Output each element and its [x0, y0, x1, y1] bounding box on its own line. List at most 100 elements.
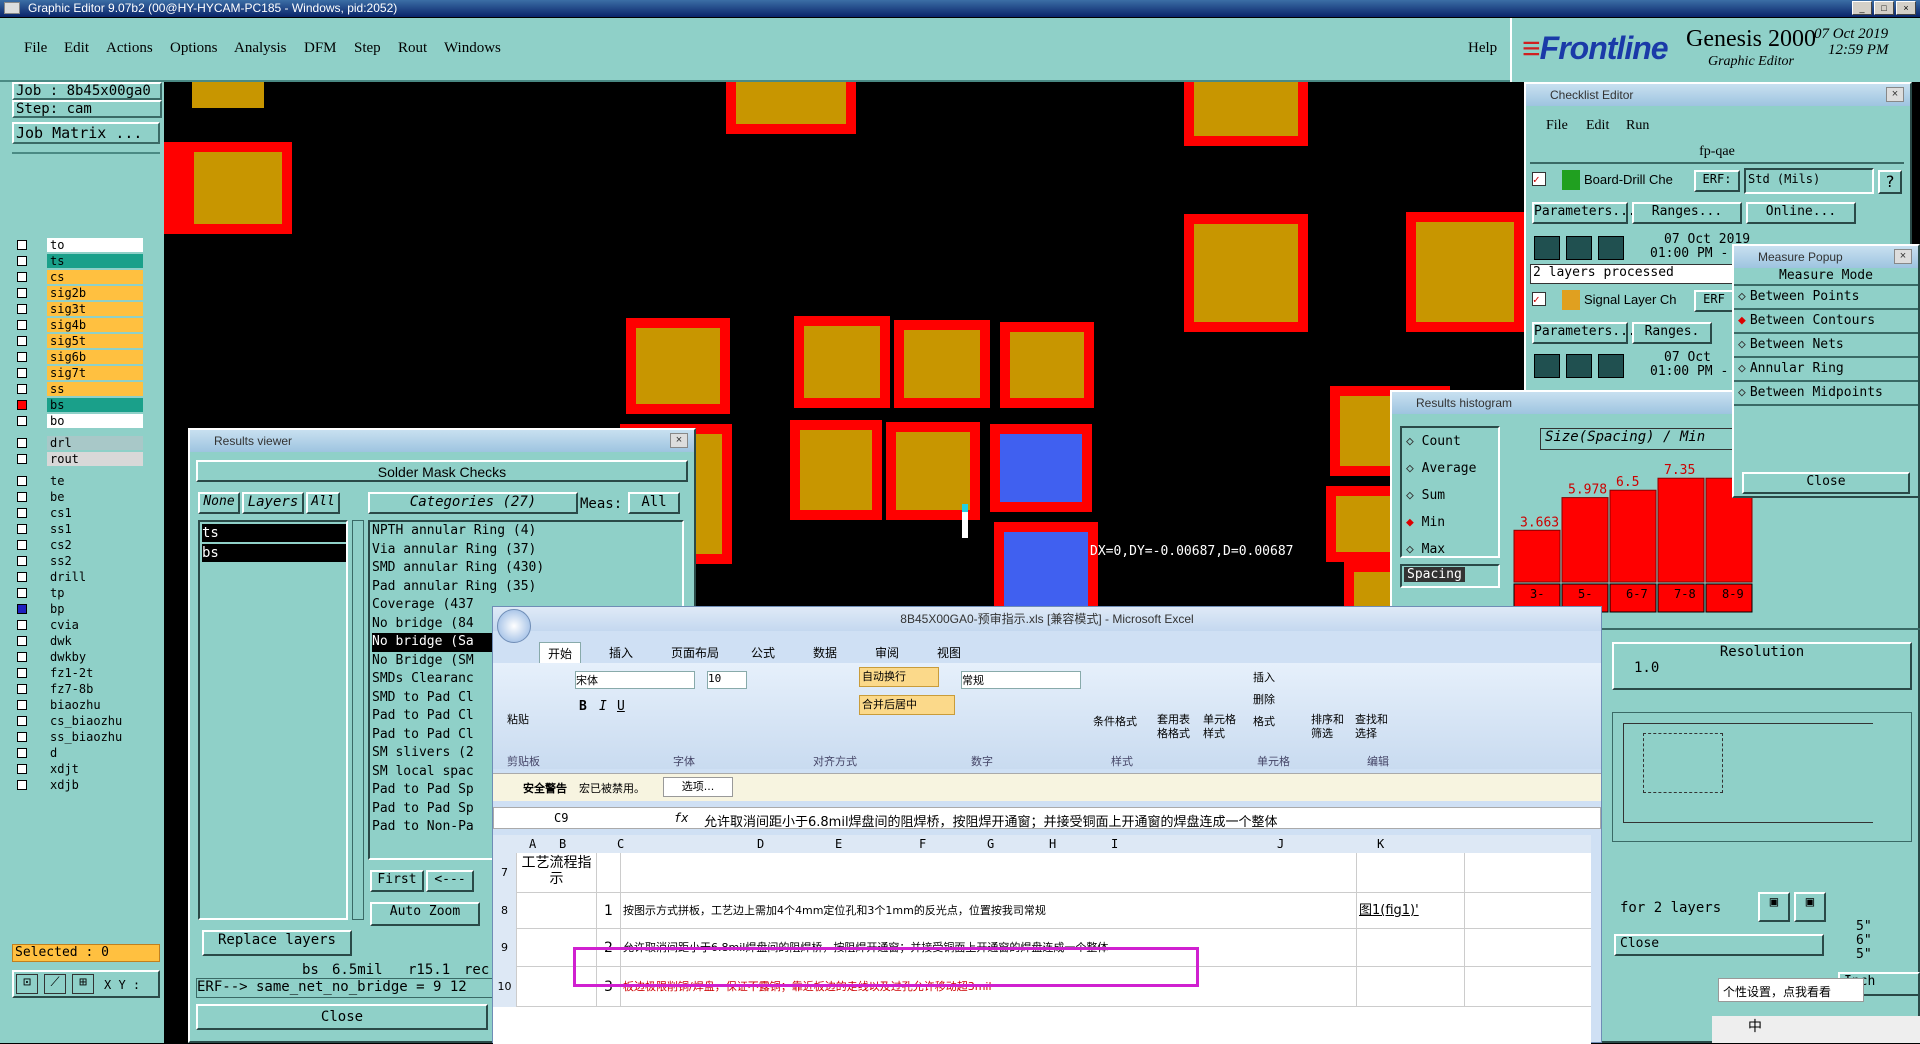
checklist-menu-file[interactable]: File [1546, 118, 1568, 134]
cell[interactable]: 按图示方式拼板，工艺边上需加4个4mm定位孔和3个1mm的反光点，位置按我司常规 [621, 893, 1357, 929]
parameters-button[interactable]: Parameters... [1532, 322, 1636, 344]
layer-name[interactable]: sig6b [47, 350, 143, 364]
radio-icon[interactable]: ◇ [1738, 385, 1746, 400]
radio-icon[interactable]: ◇ [1406, 461, 1422, 476]
layer-row[interactable]: bs [12, 397, 160, 413]
layer-name[interactable]: sig5t [47, 334, 143, 348]
fx-icon[interactable]: fx [674, 811, 688, 825]
close-button[interactable]: × [1896, 1, 1916, 15]
prev-button[interactable]: <--- [426, 870, 474, 892]
layer-checkbox[interactable] [17, 240, 27, 250]
checklist-menu-run[interactable]: Run [1626, 118, 1649, 134]
layer-row[interactable]: bo [12, 413, 160, 429]
measure-icon[interactable]: ⟋ [44, 974, 66, 994]
layer-name[interactable]: te [47, 474, 143, 488]
histogram-close-button[interactable]: Close [1614, 934, 1824, 956]
layer-checkbox[interactable] [17, 454, 27, 464]
layer-checkbox[interactable] [17, 368, 27, 378]
layer-row[interactable]: sig7t [12, 365, 160, 381]
scrollbar[interactable] [352, 520, 364, 920]
layer-row[interactable]: drl [12, 435, 160, 451]
layer-name[interactable]: d [47, 746, 143, 760]
ranges-button[interactable]: Ranges. [1632, 322, 1712, 344]
run-icon[interactable] [1566, 354, 1592, 378]
layer-row[interactable]: xdjb [12, 777, 160, 793]
layer-checkbox[interactable] [17, 780, 27, 790]
column-header[interactable]: F [919, 837, 926, 851]
menu-dfm[interactable]: DFM [304, 40, 337, 57]
run-icon[interactable] [1598, 236, 1624, 260]
help-icon[interactable]: ? [1878, 170, 1902, 194]
layer-name[interactable]: cs2 [47, 538, 143, 552]
measure-option[interactable]: ◇ Between Midpoints [1734, 382, 1918, 406]
maximize-button[interactable]: □ [1874, 1, 1894, 15]
layer-row[interactable]: dwk [12, 633, 160, 649]
layer-checkbox[interactable] [17, 416, 27, 426]
format-table-button[interactable]: 套用表格格式 [1157, 713, 1197, 741]
std-select[interactable]: Std (Mils) [1744, 168, 1874, 194]
font-size-select[interactable]: 10 [707, 671, 747, 689]
radio-icon[interactable]: ◇ [1738, 361, 1746, 376]
menu-windows[interactable]: Windows [444, 40, 501, 57]
layers-icon[interactable]: ▣ [1794, 892, 1826, 922]
cell[interactable] [1357, 967, 1465, 1007]
column-header[interactable]: B [559, 837, 566, 851]
run-icon[interactable] [1566, 236, 1592, 260]
cell[interactable]: 9 [493, 929, 517, 967]
layer-checkbox[interactable] [17, 668, 27, 678]
cell[interactable]: 工艺流程指示 [517, 853, 597, 893]
layer-checkbox[interactable] [17, 508, 27, 518]
layer-name[interactable]: cs [47, 270, 143, 284]
check-checkbox[interactable]: ✓ [1532, 292, 1546, 306]
ribbon-tab[interactable]: 视图 [929, 642, 969, 663]
menu-analysis[interactable]: Analysis [234, 40, 287, 57]
stat-option[interactable]: ◇ Count [1406, 428, 1498, 455]
cell[interactable] [597, 853, 621, 893]
category-item[interactable]: SMD annular Ring (430) [372, 559, 682, 578]
layer-checkbox[interactable] [17, 620, 27, 630]
radio-icon[interactable]: ◇ [1738, 337, 1746, 352]
layer-name[interactable]: cs_biaozhu [47, 714, 143, 728]
insert-button[interactable]: 插入 [1253, 669, 1275, 685]
layer-name[interactable]: bo [47, 414, 143, 428]
layer-row[interactable]: drill [12, 569, 160, 585]
column-header[interactable]: K [1377, 837, 1384, 851]
measure-close-button[interactable]: Close [1742, 472, 1910, 494]
font-name-select[interactable]: 宋体 [575, 671, 695, 689]
layer-row[interactable]: ss_biaozhu [12, 729, 160, 745]
layer-checkbox[interactable] [17, 764, 27, 774]
cell[interactable]: 8 [493, 893, 517, 929]
layer-checkbox[interactable] [17, 400, 27, 410]
layer-checkbox[interactable] [17, 684, 27, 694]
italic-button[interactable]: I [599, 699, 607, 714]
layer-row[interactable]: fz1-2t [12, 665, 160, 681]
layer-checkbox[interactable] [17, 288, 27, 298]
cell[interactable]: 1 [597, 893, 621, 929]
layer-checkbox[interactable] [17, 748, 27, 758]
cell-styles-button[interactable]: 单元格样式 [1203, 713, 1243, 741]
column-header[interactable]: D [757, 837, 764, 851]
meas-select[interactable]: All [628, 492, 680, 514]
erf-button[interactable]: ERF [1694, 290, 1734, 312]
layer-name[interactable]: ss_biaozhu [47, 730, 143, 744]
layer-row[interactable]: biaozhu [12, 697, 160, 713]
menu-options[interactable]: Options [170, 40, 218, 57]
ribbon-tab[interactable]: 开始 [539, 642, 582, 664]
layer-checkbox[interactable] [17, 256, 27, 266]
underline-button[interactable]: U [617, 699, 625, 714]
cell[interactable] [1357, 853, 1465, 893]
ribbon-tab[interactable]: 数据 [805, 642, 845, 663]
layer-name[interactable]: xdjb [47, 778, 143, 792]
layer-checkbox[interactable] [17, 636, 27, 646]
menu-actions[interactable]: Actions [106, 40, 153, 57]
checklist-menu-edit[interactable]: Edit [1586, 118, 1609, 134]
layer-row[interactable]: rout [12, 451, 160, 467]
column-header[interactable]: A [529, 837, 536, 851]
layer-row[interactable]: ss2 [12, 553, 160, 569]
run-icon[interactable] [1534, 354, 1560, 378]
column-header[interactable]: G [987, 837, 994, 851]
sort-filter-button[interactable]: 排序和筛选 [1311, 713, 1351, 741]
layer-row[interactable]: cvia [12, 617, 160, 633]
first-button[interactable]: First [370, 870, 424, 892]
measure-option[interactable]: ◇ Between Points [1734, 286, 1918, 310]
